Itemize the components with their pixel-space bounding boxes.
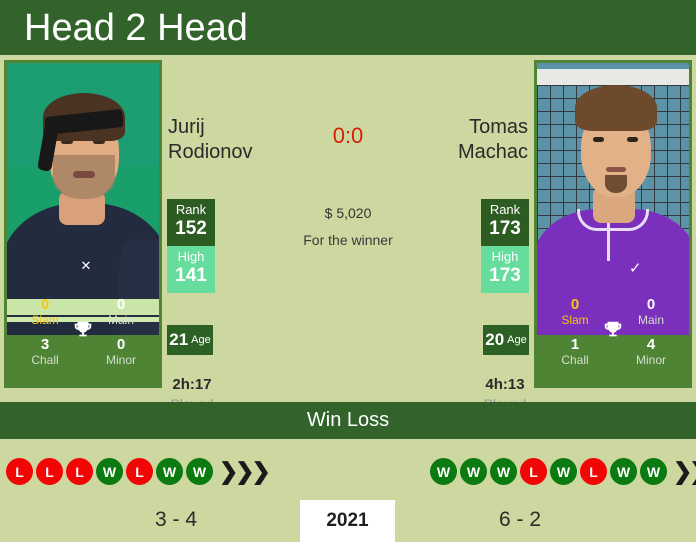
age-badge-left: 21 Age [167, 325, 213, 355]
player-image-left: ✕ [7, 63, 159, 335]
player-titles-right: 0 Slam 0 Main 1 Chall 4 Minor [537, 297, 689, 385]
page-header: Head 2 Head [0, 0, 696, 55]
season-year-badge: 2021 [300, 500, 395, 542]
main-label: Main [637, 313, 664, 327]
main-value: 0 [116, 296, 126, 313]
rank-stack-left: Rank 152 High 141 [167, 199, 215, 293]
main-label: Main [107, 313, 134, 327]
minor-value: 0 [116, 336, 126, 353]
rank-label: Rank [175, 202, 207, 217]
prize-amount: $ 5,020 [324, 205, 372, 221]
chall-value: 1 [570, 336, 580, 353]
streak-row-right: WWWLWLWW❯❯❯ [430, 458, 696, 485]
played-value: 2h:17 [172, 376, 212, 393]
age-value: 20 [485, 330, 505, 349]
rank-badge-right: Rank 173 [481, 199, 529, 246]
age-value: 21 [169, 330, 189, 349]
result-win-badge[interactable]: W [96, 458, 123, 485]
played-value: 4h:13 [485, 376, 525, 393]
chall-label: Chall [561, 353, 589, 367]
rank-badge-left: Rank 152 [167, 199, 215, 246]
player-titles-left: 0 Slam 0 Main 3 Chall 0 Minor [7, 297, 159, 385]
high-value: 173 [489, 265, 521, 286]
titles-minor-left: 0 Minor [83, 336, 159, 368]
page-title: Head 2 Head [24, 6, 248, 49]
chall-value: 3 [40, 336, 50, 353]
result-win-badge[interactable]: W [156, 458, 183, 485]
streak-row-left: L L L W L W W ❯❯❯ [6, 458, 271, 485]
slam-value: 0 [570, 296, 580, 313]
head2head-page: Head 2 Head ✕ 0 Slam 0 Main 3 Chall 0 Mi… [0, 0, 696, 542]
minor-label: Minor [635, 353, 666, 367]
season-record-row: 3 - 4 2021 6 - 2 [0, 500, 696, 542]
comparison-panel: ✕ 0 Slam 0 Main 3 Chall 0 Minor ✓ 0 Slam… [0, 55, 696, 412]
season-record-left: 3 - 4 [154, 508, 198, 531]
titles-chall-left: 3 Chall [7, 336, 83, 368]
high-label: High [491, 249, 519, 264]
rank-label: Rank [489, 202, 521, 217]
titles-main-left: 0 Main [83, 296, 159, 328]
main-value: 0 [646, 296, 656, 313]
rank-stack-right: Rank 173 High 173 [481, 199, 529, 293]
win-loss-section-header: Win Loss [0, 402, 696, 439]
result-loss-badge[interactable]: L [66, 458, 93, 485]
high-label: High [177, 249, 205, 264]
prize-label: For the winner [303, 232, 393, 248]
age-label: Age [191, 334, 211, 346]
rank-value: 152 [175, 218, 207, 239]
season-record-right: 6 - 2 [498, 508, 542, 531]
age-badge-right: 20 Age [483, 325, 529, 355]
result-win-badge[interactable]: W [490, 458, 517, 485]
result-loss-badge[interactable]: L [520, 458, 547, 485]
player-photo-left[interactable]: ✕ 0 Slam 0 Main 3 Chall 0 Minor [4, 60, 162, 388]
result-loss-badge[interactable]: L [580, 458, 607, 485]
high-badge-right: High 173 [481, 246, 529, 293]
match-score: 0:0 [332, 123, 364, 148]
minor-value: 4 [646, 336, 656, 353]
result-win-badge[interactable]: W [610, 458, 637, 485]
chevron-right-triple-icon[interactable]: ❯❯❯ [219, 460, 271, 483]
titles-chall-right: 1 Chall [537, 336, 613, 368]
win-loss-title: Win Loss [306, 409, 390, 431]
result-win-badge[interactable]: W [186, 458, 213, 485]
prize-money: $ 5,020 For the winner [248, 200, 448, 254]
player-photo-right[interactable]: ✓ 0 Slam 0 Main 1 Chall 4 Minor [534, 60, 692, 388]
high-value: 141 [175, 265, 207, 286]
chall-label: Chall [31, 353, 59, 367]
result-loss-badge[interactable]: L [6, 458, 33, 485]
slam-value: 0 [40, 296, 50, 313]
high-badge-left: High 141 [167, 246, 215, 293]
result-win-badge[interactable]: W [430, 458, 457, 485]
chevron-right-triple-icon[interactable]: ❯❯❯ [673, 460, 696, 483]
result-loss-badge[interactable]: L [36, 458, 63, 485]
player-image-right: ✓ [537, 63, 689, 335]
result-win-badge[interactable]: W [550, 458, 577, 485]
minor-label: Minor [105, 353, 136, 367]
result-win-badge[interactable]: W [640, 458, 667, 485]
result-loss-badge[interactable]: L [126, 458, 153, 485]
titles-minor-right: 4 Minor [613, 336, 689, 368]
result-win-badge[interactable]: W [460, 458, 487, 485]
rank-value: 173 [489, 218, 521, 239]
age-label: Age [507, 334, 527, 346]
titles-main-right: 0 Main [613, 296, 689, 328]
